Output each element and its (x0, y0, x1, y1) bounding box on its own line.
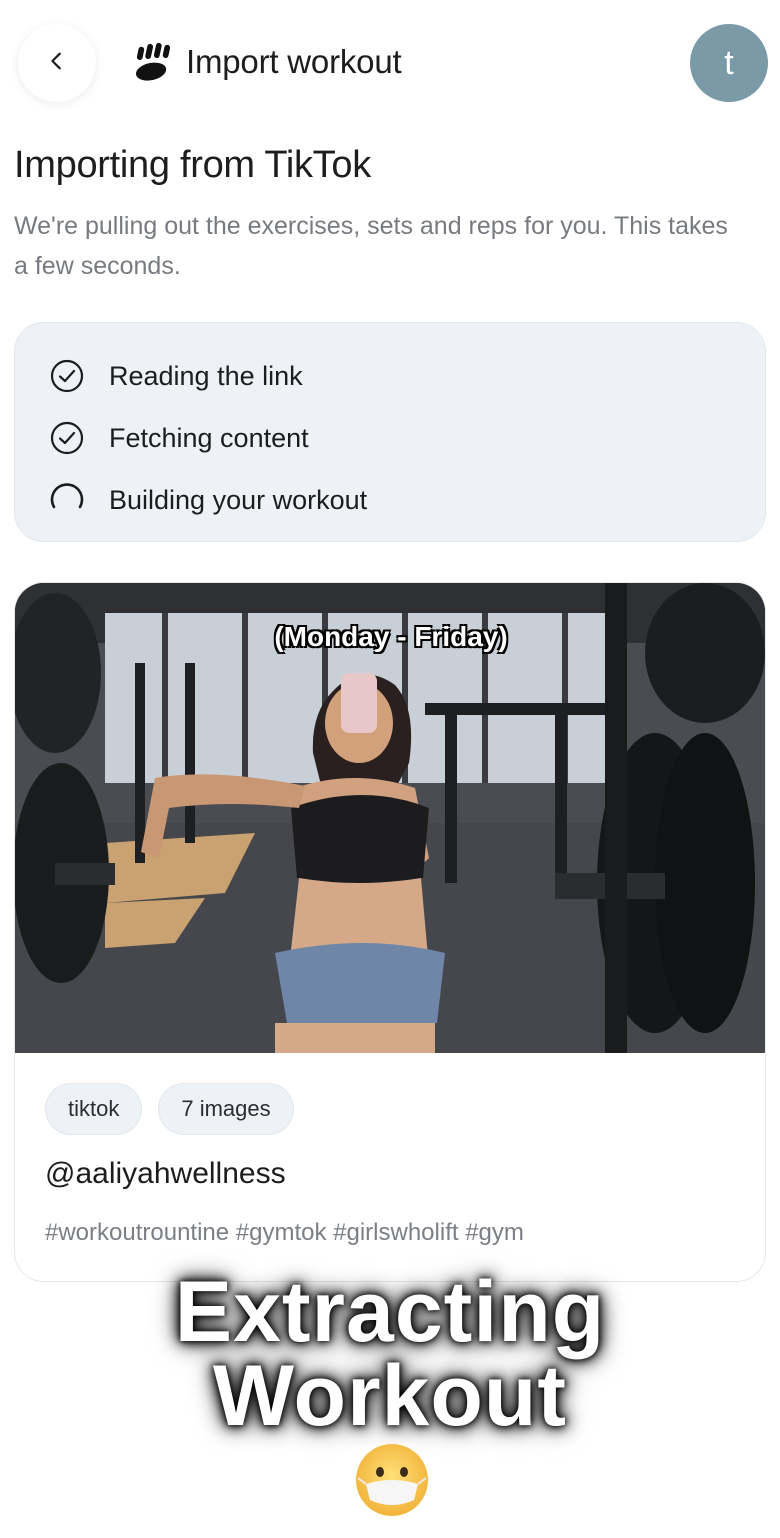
step-label: Building your workout (109, 484, 368, 515)
import-workout-screen: Import workout t Importing from TikTok W… (0, 0, 780, 1538)
tiktok-post-card[interactable]: (Monday - Friday) tiktok 7 images @aaliy… (14, 582, 766, 1282)
caption-line-1: Extracting (174, 1264, 606, 1360)
page-title: Import workout (186, 43, 402, 80)
post-thumbnail: (Monday - Friday) (15, 583, 765, 1053)
chevron-left-icon (46, 50, 68, 77)
image-overlay-text: (Monday - Friday) (274, 621, 508, 652)
app-header: Import workout (130, 36, 402, 88)
step-building-workout: Building your workout (47, 469, 765, 531)
avatar[interactable]: t (690, 24, 768, 102)
check-circle-icon (47, 418, 87, 458)
check-circle-icon (47, 356, 87, 396)
face-with-mask-emoji-icon (352, 1440, 432, 1520)
progress-steps-card: Reading the link Fetching content Buildi… (14, 322, 766, 542)
step-fetching-content: Fetching content (47, 407, 765, 469)
caption-line-2: Workout (212, 1348, 568, 1444)
import-title: Importing from TikTok (14, 144, 371, 186)
video-caption: Extracting Workout (0, 1264, 780, 1444)
source-chip: tiktok (45, 1083, 143, 1135)
import-subtitle: We're pulling out the exercises, sets an… (14, 212, 728, 280)
post-author: @aaliyahwellness (45, 1157, 286, 1190)
step-label: Reading the link (109, 360, 303, 391)
post-chips: tiktok 7 images (45, 1083, 294, 1135)
spinner-icon (47, 480, 87, 520)
fist-logo-icon (130, 39, 176, 85)
step-reading-link: Reading the link (47, 345, 765, 407)
avatar-initial: t (724, 43, 734, 82)
image-count-chip: 7 images (158, 1083, 294, 1135)
back-button[interactable] (18, 24, 96, 102)
step-label: Fetching content (109, 422, 309, 453)
post-hashtags: #workoutrountine #gymtok #girlswholift #… (45, 1219, 524, 1246)
